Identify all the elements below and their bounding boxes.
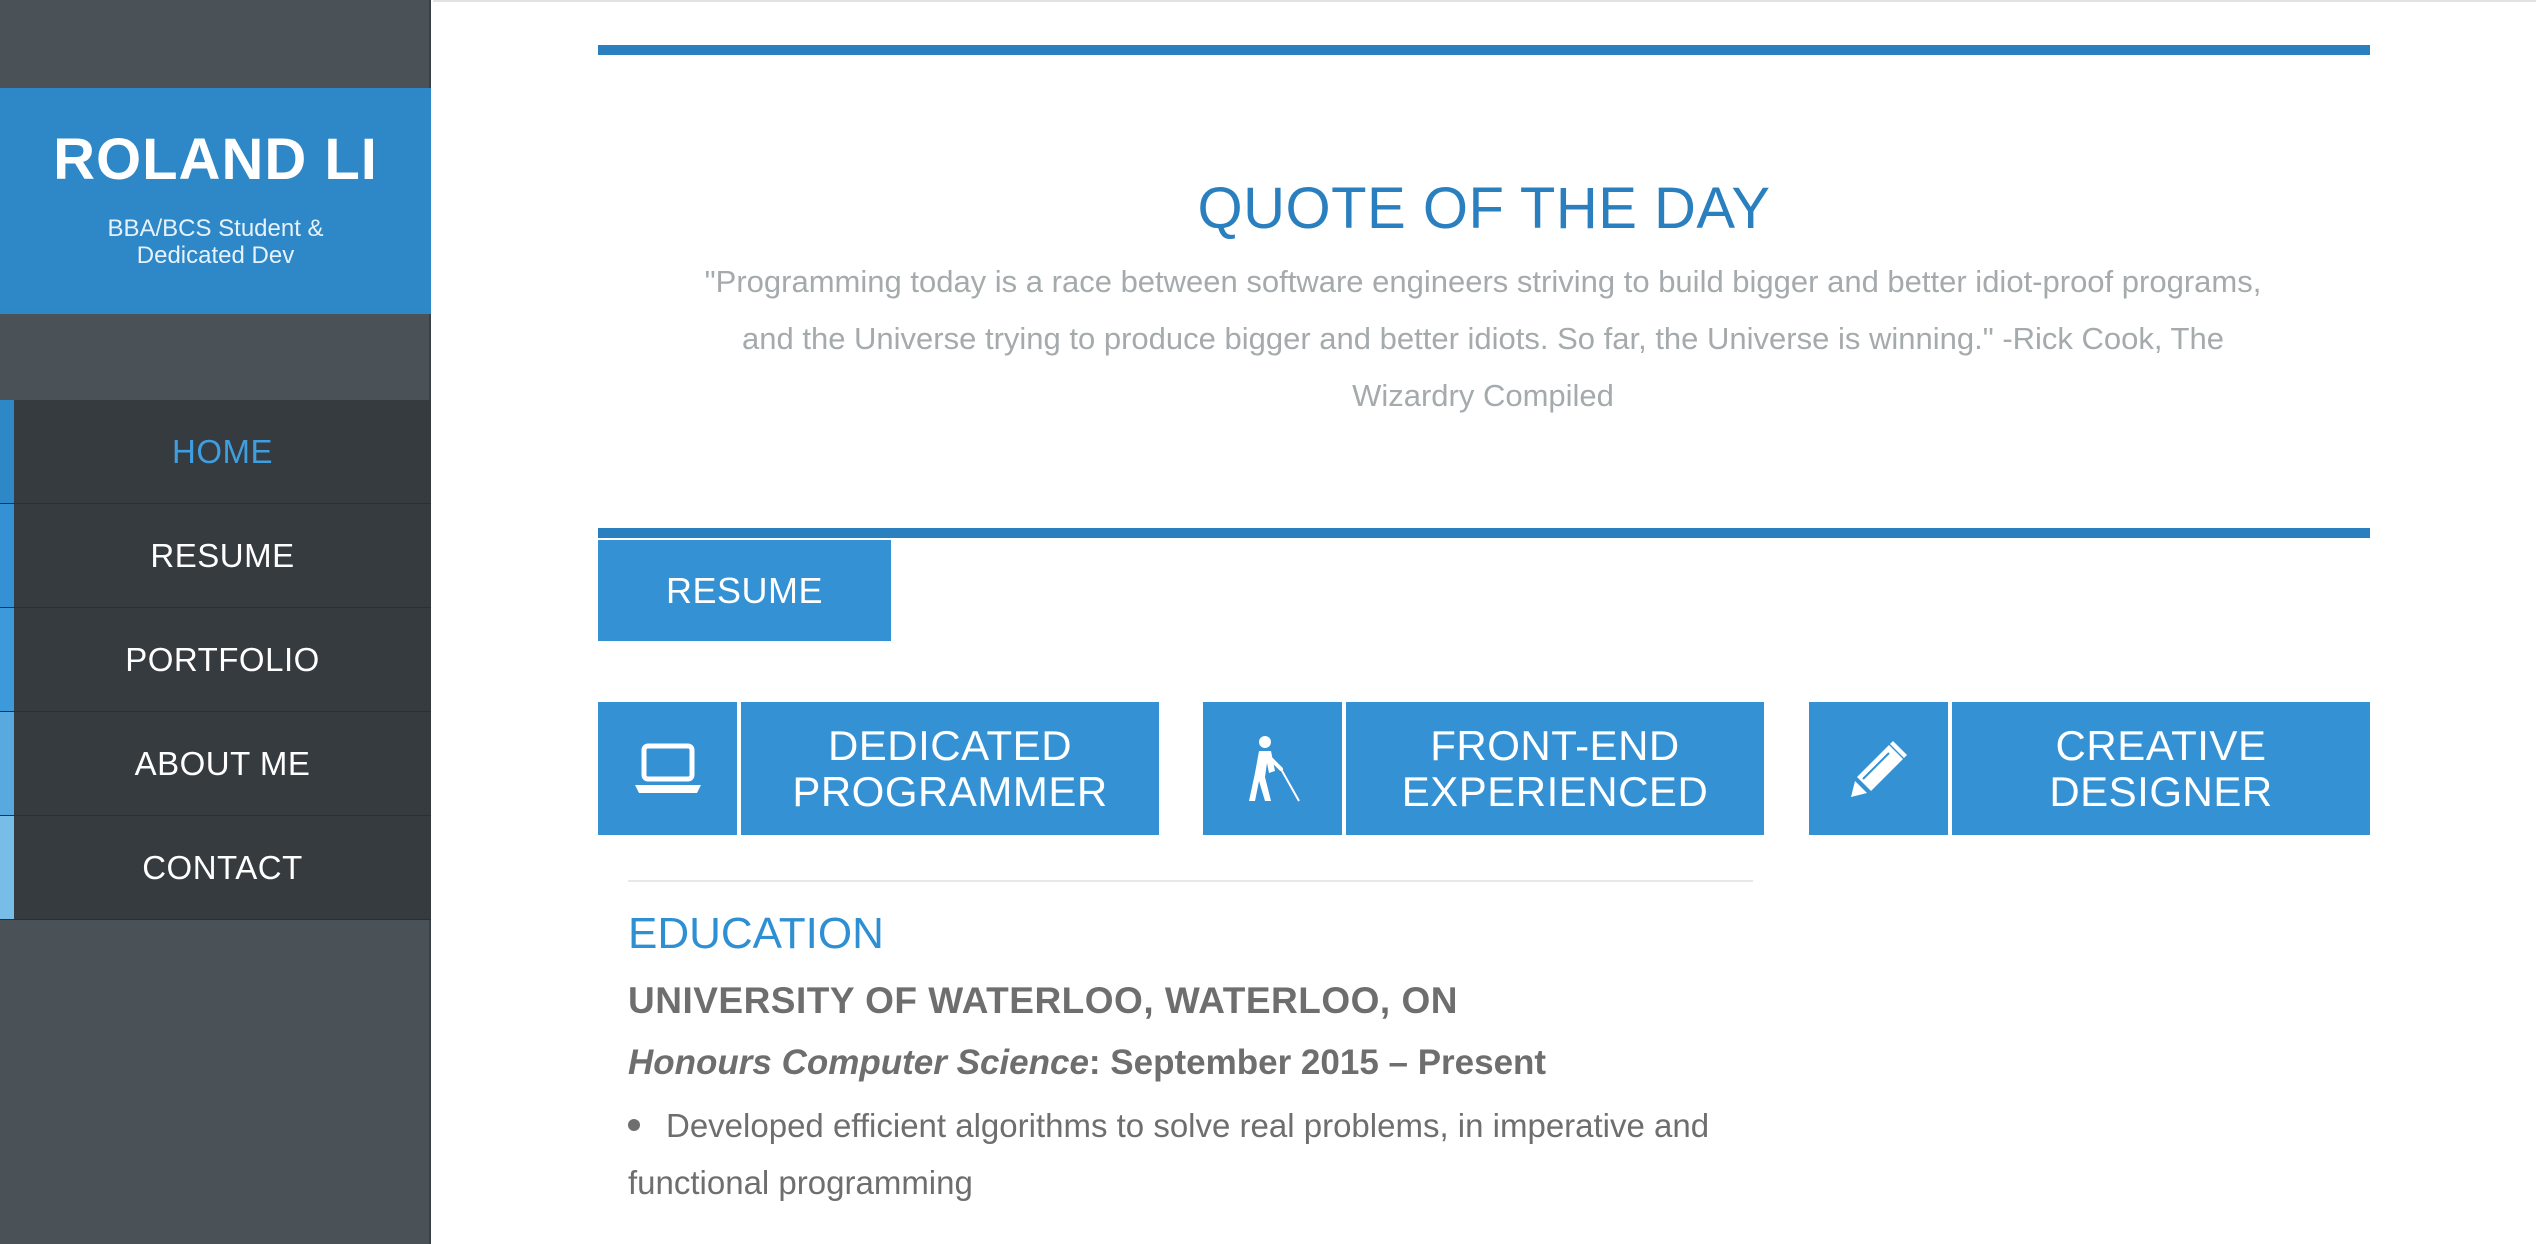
feature-icon-box: [1203, 702, 1342, 835]
bullet-text: Developed efficient algorithms to solve …: [628, 1107, 1710, 1201]
feature-label: DEDICATED PROGRAMMER: [741, 702, 1159, 835]
feature-label: FRONT-END EXPERIENCED: [1346, 702, 1764, 835]
nav-item-portfolio[interactable]: PORTFOLIO: [0, 608, 431, 712]
feature-label-text: DEDICATED PROGRAMMER: [792, 721, 1108, 815]
feature-front-end-experienced: FRONT-END EXPERIENCED: [1203, 702, 1764, 835]
top-border: [433, 0, 2536, 2]
laptop-icon: [634, 743, 701, 793]
main-content: QUOTE OF THE DAY "Programming today is a…: [433, 0, 2536, 1244]
feature-creative-designer: CREATIVE DESIGNER: [1809, 702, 2370, 835]
sidebar: ROLAND LI BBA/BCS Student & Dedicated De…: [0, 0, 431, 1244]
bullet-dot: [628, 1119, 640, 1132]
program-dates: : September 2015 – Present: [1088, 1043, 1547, 1082]
feature-label-text: CREATIVE DESIGNER: [2049, 721, 2273, 815]
brand-tagline: BBA/BCS Student & Dedicated Dev: [107, 215, 324, 269]
nav-item-resume[interactable]: RESUME: [0, 504, 431, 608]
feature-label: CREATIVE DESIGNER: [1952, 702, 2370, 835]
brand-name: ROLAND LI: [53, 127, 378, 192]
feature-icon-box: [1809, 702, 1948, 835]
nav-item-label: PORTFOLIO: [125, 640, 320, 678]
tab-resume-label: RESUME: [665, 569, 824, 611]
feature-label-text: FRONT-END EXPERIENCED: [1401, 721, 1709, 815]
quote-text: "Programming today is a race between sof…: [704, 264, 2262, 413]
tab-resume[interactable]: RESUME: [598, 540, 891, 641]
blind-person-icon: [1248, 735, 1300, 801]
nav-item-about-me[interactable]: ABOUT ME: [0, 712, 431, 816]
degree-line: Honours Computer Science: September 2015…: [628, 1043, 1546, 1083]
feature-dedicated-programmer: DEDICATED PROGRAMMER: [598, 702, 1159, 835]
feature-icon-box: [598, 702, 737, 835]
nav-item-home[interactable]: HOME: [0, 400, 431, 504]
program-name: Honours Computer Science: [628, 1043, 1089, 1082]
nav-item-label: ABOUT ME: [134, 744, 311, 782]
list-item: Developed efficient algorithms to solve …: [628, 1097, 1788, 1211]
quote-title: QUOTE OF THE DAY: [1197, 176, 1771, 241]
section-rule-top: [598, 45, 2370, 55]
nav-item-contact[interactable]: CONTACT: [0, 816, 431, 920]
education-divider: [628, 880, 1753, 882]
brand-block: ROLAND LI BBA/BCS Student & Dedicated De…: [0, 88, 431, 314]
pencil-icon: [1850, 740, 1907, 797]
main-nav: HOME RESUME PORTFOLIO ABOUT ME CONTACT: [0, 400, 431, 920]
education-heading: EDUCATION: [628, 909, 884, 958]
nav-item-label: HOME: [172, 432, 273, 470]
nav-item-label: RESUME: [150, 536, 295, 574]
school-name: UNIVERSITY OF WATERLOO, WATERLOO, ON: [628, 980, 1458, 1021]
nav-item-label: CONTACT: [142, 848, 303, 886]
section-rule-resume: [598, 528, 2370, 538]
